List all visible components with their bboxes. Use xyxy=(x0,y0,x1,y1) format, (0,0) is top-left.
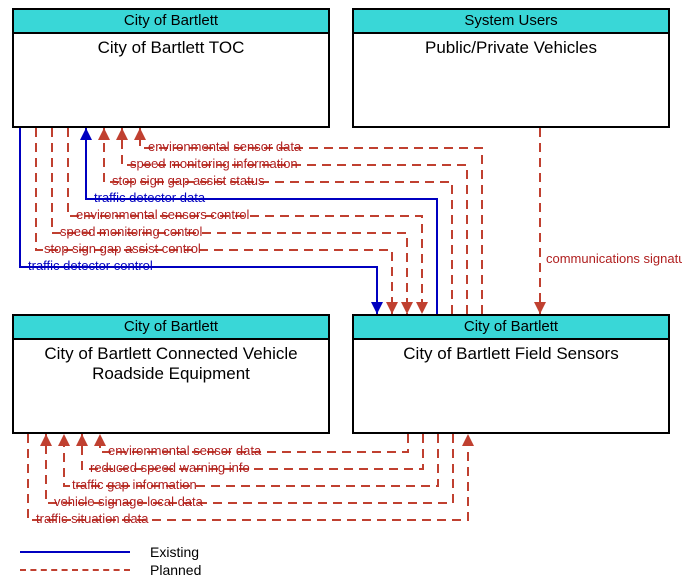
flow-speed-mon-ctrl: speed monitoring control xyxy=(60,225,202,239)
node-users-body: Public/Private Vehicles xyxy=(354,34,668,62)
flow-stop-gap-ctrl: stop sign gap assist control xyxy=(44,242,201,256)
node-fs[interactable]: City of Bartlett City of Bartlett Field … xyxy=(352,314,670,434)
node-users[interactable]: System Users Public/Private Vehicles xyxy=(352,8,670,128)
flow-traffic-gap-info: traffic gap information xyxy=(72,478,197,492)
flow-env-sensors-ctrl: environmental sensors control xyxy=(76,208,249,222)
node-fs-body: City of Bartlett Field Sensors xyxy=(354,340,668,368)
flow-traffic-det-ctrl: traffic detector control xyxy=(28,259,153,273)
flow-comm-sig: communications signature xyxy=(546,252,682,266)
node-cvre-body: City of Bartlett Connected Vehicle Roads… xyxy=(14,340,328,388)
node-users-header: System Users xyxy=(354,10,668,34)
flow-env-sensor-data-bot: environmental sensor data xyxy=(108,444,261,458)
diagram-canvas: { "nodes": { "toc": { "header": "City of… xyxy=(0,0,682,584)
node-toc[interactable]: City of Bartlett City of Bartlett TOC xyxy=(12,8,330,128)
node-cvre-header: City of Bartlett xyxy=(14,316,328,340)
flow-stop-gap-status: stop sign gap assist status xyxy=(112,174,264,188)
legend-existing: Existing xyxy=(20,544,201,560)
legend-planned: Planned xyxy=(20,562,201,578)
flow-veh-signage-local: vehicle signage local data xyxy=(54,495,203,509)
flow-traffic-det-data: traffic detector data xyxy=(94,191,205,205)
flow-traffic-situation: traffic situation data xyxy=(36,512,149,526)
node-toc-body: City of Bartlett TOC xyxy=(14,34,328,62)
flow-speed-mon-info: speed monitoring information xyxy=(130,157,298,171)
flow-reduced-speed-warn: reduced speed warning info xyxy=(90,461,250,475)
node-toc-header: City of Bartlett xyxy=(14,10,328,34)
legend-existing-label: Existing xyxy=(150,544,199,560)
legend-existing-line xyxy=(20,551,130,553)
legend-planned-line xyxy=(20,569,130,571)
legend-planned-label: Planned xyxy=(150,562,201,578)
node-fs-header: City of Bartlett xyxy=(354,316,668,340)
node-cvre[interactable]: City of Bartlett City of Bartlett Connec… xyxy=(12,314,330,434)
flow-env-sensor-data-top: environmental sensor data xyxy=(148,140,301,154)
legend: Existing Planned xyxy=(20,542,201,578)
